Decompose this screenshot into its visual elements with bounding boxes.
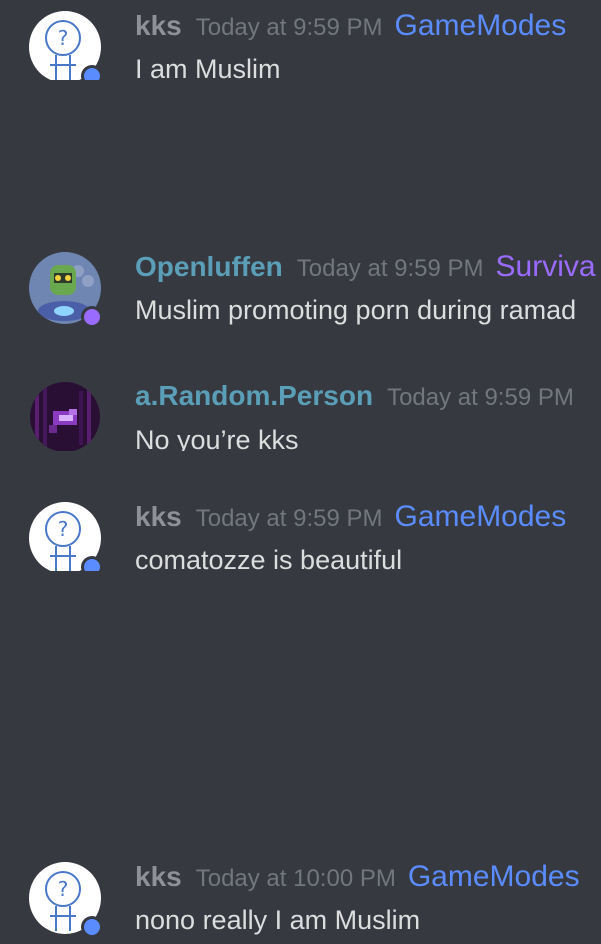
message-content: comatozze is beautiful <box>135 545 403 571</box>
message-content: nono really I am Muslim <box>135 905 421 935</box>
username[interactable]: a.Random.Person <box>135 380 373 412</box>
timestamp: Today at 9:59 PM <box>387 384 574 411</box>
message-item: ? kks Today at 10:00 PM GameModes nono r… <box>0 851 601 944</box>
svg-text:?: ? <box>58 517 69 541</box>
username[interactable]: kks <box>135 501 182 533</box>
message-content: I am Muslim <box>135 54 281 80</box>
robot-avatar-icon <box>29 252 102 325</box>
question-stickfigure-avatar-icon: ? <box>29 502 102 571</box>
timestamp: Today at 9:59 PM <box>296 255 484 282</box>
question-stickfigure-avatar-icon: ? <box>29 11 102 80</box>
username[interactable]: kks <box>135 861 182 893</box>
message-item: Openluffen Today at 9:59 PM Surviva Musl… <box>0 241 601 341</box>
timestamp: Today at 10:00 PM <box>195 865 396 892</box>
avatar[interactable]: ? <box>28 861 102 935</box>
status-dot <box>84 309 100 325</box>
username[interactable]: Openluffen <box>135 251 283 283</box>
game-tag: GameModes <box>394 9 567 42</box>
timestamp: Today at 9:59 PM <box>195 505 383 532</box>
svg-text:?: ? <box>58 877 69 901</box>
username[interactable]: kks <box>135 10 182 42</box>
svg-text:?: ? <box>58 26 69 50</box>
message-item: a.Random.Person Today at 9:59 PM No you’… <box>0 371 601 451</box>
game-tag: Surviva <box>495 250 596 283</box>
pixel-art-avatar-icon <box>30 382 100 451</box>
avatar[interactable]: ? <box>28 10 102 80</box>
avatar[interactable]: ? <box>28 501 102 571</box>
question-stickfigure-avatar-icon: ? <box>29 862 102 935</box>
status-dot <box>84 919 100 935</box>
message-content: No you’re kks <box>135 425 299 451</box>
message-item: ? kks Today at 9:59 PM GameModes comatoz… <box>0 491 601 571</box>
avatar[interactable] <box>29 381 103 451</box>
game-tag: GameModes <box>407 860 580 893</box>
message-item: ? kks Today at 9:59 PM GameModes I am Mu… <box>0 0 601 80</box>
avatar[interactable] <box>28 251 102 325</box>
timestamp: Today at 9:59 PM <box>195 14 383 41</box>
message-content: Muslim promoting porn during ramad <box>135 295 577 325</box>
game-tag: GameModes <box>394 500 567 533</box>
